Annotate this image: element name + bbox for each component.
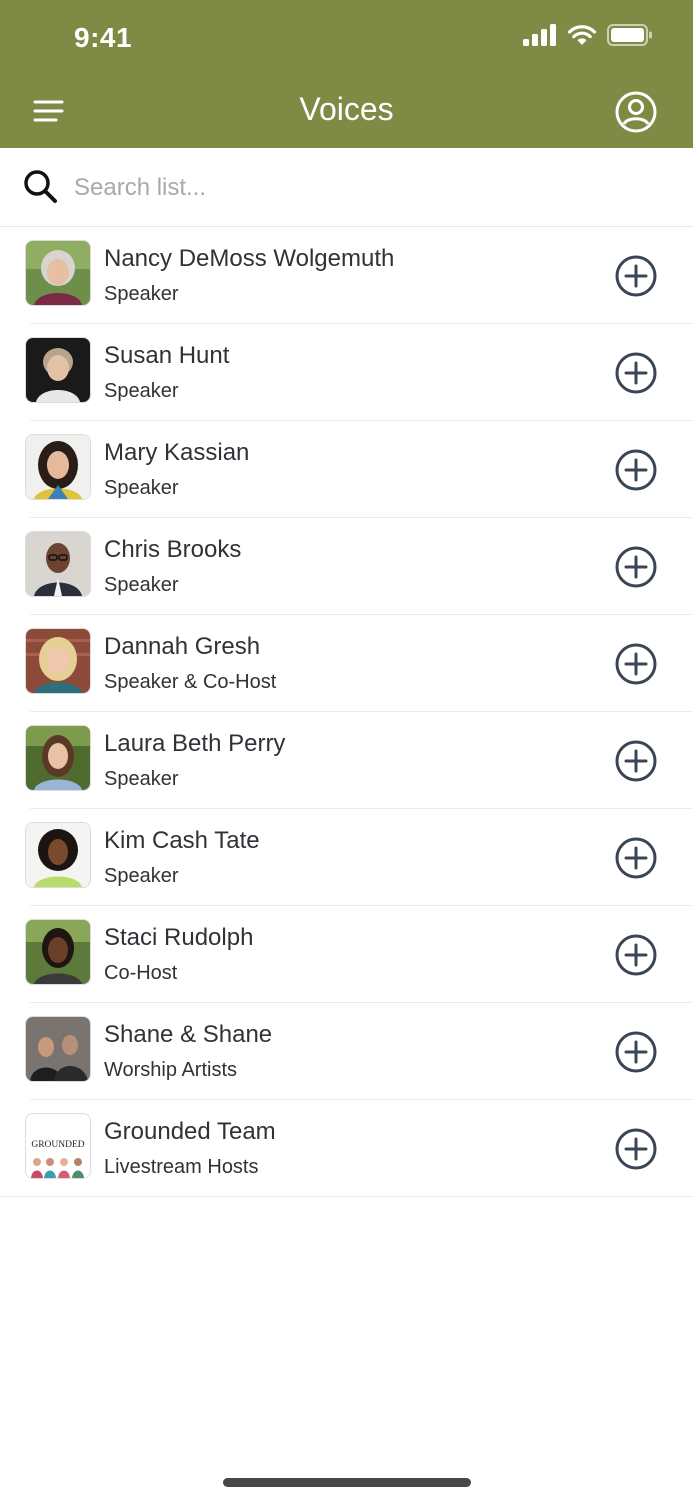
- search-bar: [0, 148, 693, 227]
- list-item[interactable]: Shane & Shane Worship Artists: [0, 1003, 693, 1100]
- battery-icon: [607, 24, 652, 46]
- cellular-signal-icon: [523, 24, 556, 46]
- voices-list: Nancy DeMoss Wolgemuth Speaker Susan Hun…: [0, 227, 693, 1197]
- add-icon[interactable]: [614, 448, 658, 492]
- add-icon[interactable]: [614, 836, 658, 880]
- voice-name: Mary Kassian: [104, 439, 250, 466]
- voice-name: Nancy DeMoss Wolgemuth: [104, 245, 395, 272]
- voice-name: Laura Beth Perry: [104, 730, 286, 757]
- status-time: 9:41: [74, 22, 133, 53]
- list-item[interactable]: Chris Brooks Speaker: [0, 518, 693, 615]
- voice-role: Speaker: [104, 865, 179, 887]
- add-icon[interactable]: [614, 545, 658, 589]
- list-item[interactable]: Kim Cash Tate Speaker: [0, 809, 693, 906]
- voice-name: Dannah Gresh: [104, 633, 261, 660]
- avatar: [25, 628, 91, 694]
- add-icon[interactable]: [614, 739, 658, 783]
- page-title: Voices: [299, 91, 394, 127]
- voice-role: Speaker: [104, 768, 179, 790]
- account-icon[interactable]: [614, 90, 658, 134]
- voice-name: Susan Hunt: [104, 342, 230, 369]
- list-item[interactable]: Laura Beth Perry Speaker: [0, 712, 693, 809]
- list-item[interactable]: Susan Hunt Speaker: [0, 324, 693, 421]
- status-icons: [523, 24, 653, 46]
- voice-role: Speaker: [104, 574, 179, 596]
- avatar: [25, 434, 91, 500]
- add-icon[interactable]: [614, 254, 658, 298]
- avatar: [25, 725, 91, 791]
- voice-role: Worship Artists: [104, 1059, 237, 1081]
- list-item[interactable]: GROUNDED Grounded Team Livestream Hosts: [0, 1100, 693, 1197]
- add-icon[interactable]: [614, 1030, 658, 1074]
- list-item[interactable]: Mary Kassian Speaker: [0, 421, 693, 518]
- voice-name: Kim Cash Tate: [104, 827, 260, 854]
- voice-name: Staci Rudolph: [104, 924, 254, 951]
- home-indicator[interactable]: [223, 1478, 471, 1487]
- add-icon[interactable]: [614, 642, 658, 686]
- avatar: [25, 337, 91, 403]
- add-icon[interactable]: [614, 351, 658, 395]
- add-icon[interactable]: [614, 1127, 658, 1171]
- voice-role: Speaker & Co-Host: [104, 671, 277, 693]
- avatar: [25, 919, 91, 985]
- voice-role: Livestream Hosts: [104, 1156, 259, 1178]
- grounded-logo-text: GROUNDED: [31, 1140, 84, 1150]
- wifi-icon: [567, 25, 597, 45]
- voice-role: Speaker: [104, 283, 179, 305]
- voice-role: Co-Host: [104, 962, 178, 984]
- list-item[interactable]: Staci Rudolph Co-Host: [0, 906, 693, 1003]
- voice-role: Speaker: [104, 477, 179, 499]
- voice-name: Grounded Team: [104, 1118, 276, 1145]
- row-divider: [0, 1196, 693, 1197]
- app-header: 9:41 Voices: [0, 0, 693, 148]
- search-input[interactable]: [72, 168, 656, 208]
- list-item[interactable]: Nancy DeMoss Wolgemuth Speaker: [0, 227, 693, 324]
- list-item[interactable]: Dannah Gresh Speaker & Co-Host: [0, 615, 693, 712]
- voice-role: Speaker: [104, 380, 179, 402]
- voice-name: Chris Brooks: [104, 536, 242, 563]
- avatar: [25, 1016, 91, 1082]
- add-icon[interactable]: [614, 933, 658, 977]
- avatar: GROUNDED: [25, 1113, 91, 1179]
- search-icon: [24, 170, 57, 203]
- avatar: [25, 240, 91, 306]
- avatar: [25, 822, 91, 888]
- voice-name: Shane & Shane: [104, 1021, 273, 1048]
- avatar: [25, 531, 91, 597]
